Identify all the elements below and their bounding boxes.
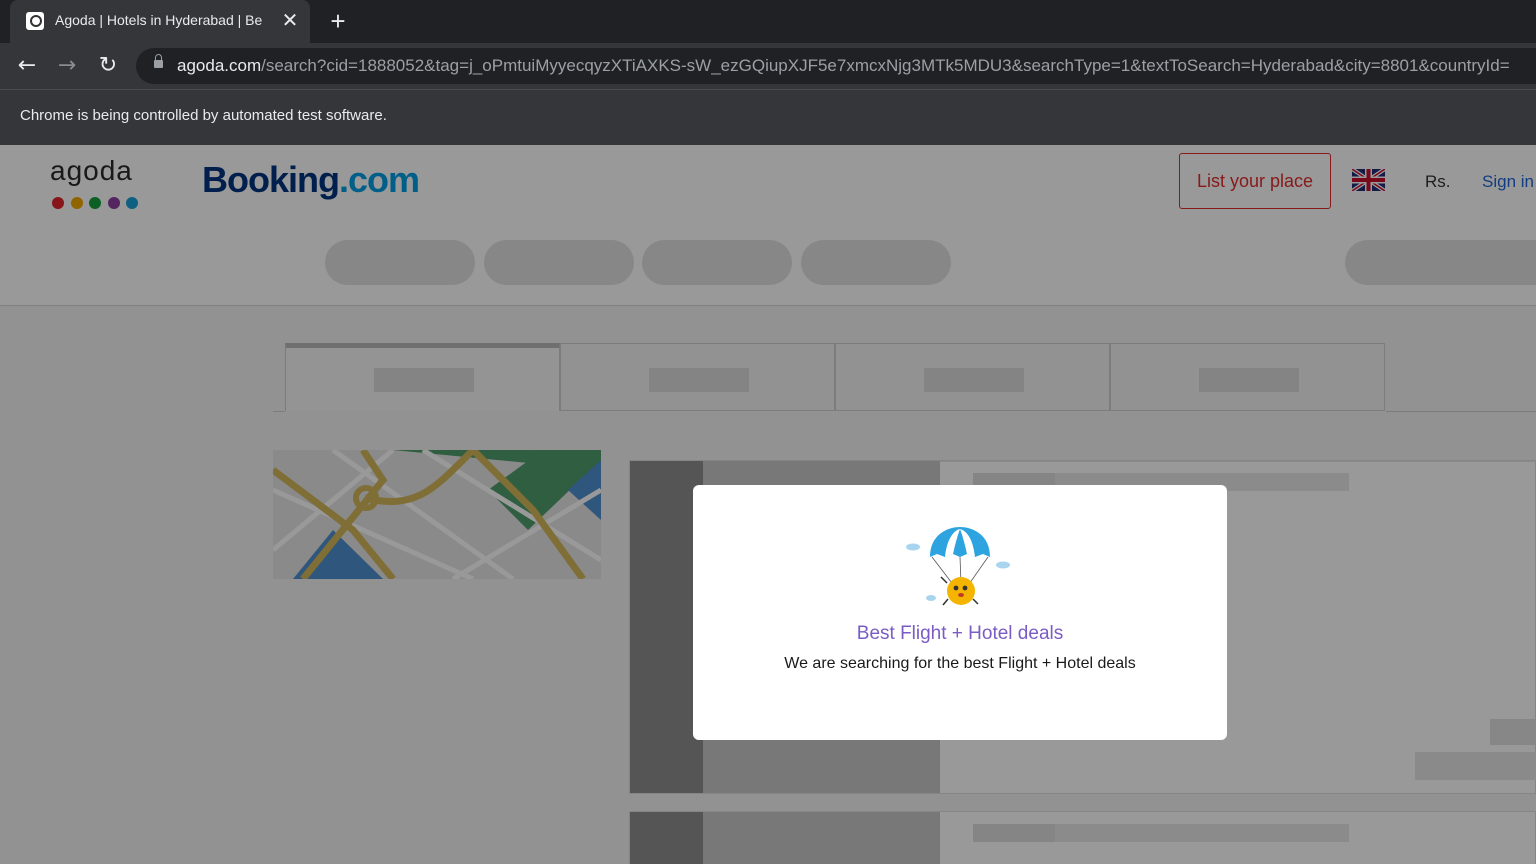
modal-subtitle: We are searching for the best Flight + H… — [784, 655, 1136, 672]
address-bar[interactable]: agoda.com/search?cid=1888052&tag=j_oPmtu… — [136, 48, 1536, 84]
url-domain: agoda.com — [177, 56, 262, 75]
page-content: agoda Booking.com List your place Rs. Si… — [0, 145, 1536, 864]
new-tab-button[interactable]: + — [326, 7, 350, 35]
automation-infobar: Chrome is being controlled by automated … — [0, 89, 1536, 145]
parachute-mascot-icon — [906, 527, 1010, 606]
forward-button[interactable]: → — [53, 52, 81, 80]
infobar-text: Chrome is being controlled by automated … — [20, 107, 387, 124]
modal-title: Best Flight + Hotel deals — [856, 623, 1064, 644]
url-text[interactable]: agoda.com/search?cid=1888052&tag=j_oPmtu… — [177, 56, 1510, 76]
browser-toolbar: ← → ↻ agoda.com/search?cid=1888052&tag=j… — [0, 43, 1536, 89]
reload-button[interactable]: ↻ — [94, 52, 122, 80]
back-button[interactable]: ← — [13, 52, 41, 80]
url-path: /search?cid=1888052&tag=j_oPmtuiMyyecqyz… — [261, 56, 1510, 75]
agoda-favicon-icon — [26, 12, 44, 30]
tab-title: Agoda | Hotels in Hyderabad | Be — [55, 12, 263, 28]
browser-tab-strip: Agoda | Hotels in Hyderabad | Be ✕ + — [0, 0, 1536, 43]
browser-tab[interactable]: Agoda | Hotels in Hyderabad | Be ✕ — [10, 0, 310, 43]
close-tab-icon[interactable]: ✕ — [280, 9, 300, 31]
lock-icon[interactable] — [154, 54, 163, 68]
loading-modal: Best Flight + Hotel deals We are searchi… — [693, 485, 1227, 740]
